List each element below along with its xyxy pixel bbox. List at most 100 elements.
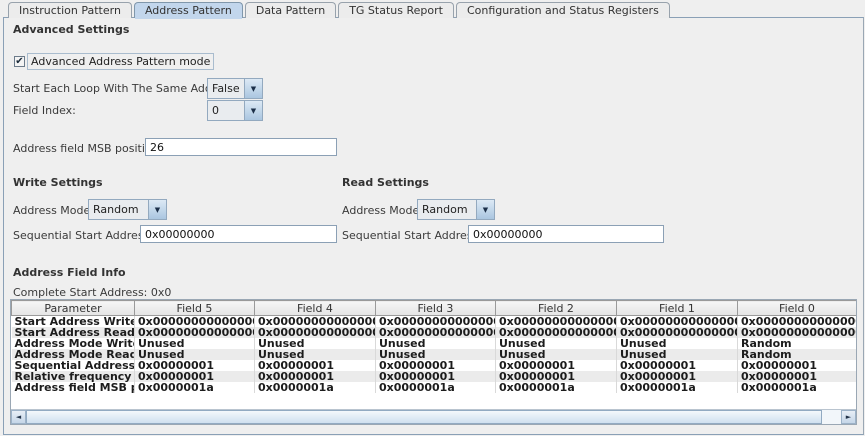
scrollbar-track[interactable]: [26, 410, 841, 424]
chevron-down-icon[interactable]: ▼: [148, 200, 166, 219]
table-cell[interactable]: 0x0000000000000000: [375, 315, 496, 327]
table-cell[interactable]: 0x0000000000000000: [254, 327, 376, 338]
table-cell[interactable]: Random: [737, 338, 856, 349]
table-cell[interactable]: Unused: [254, 349, 376, 360]
read-seq-address-input[interactable]: 0x00000000: [468, 225, 664, 243]
read-seq-address-label: Sequential Start Address:: [342, 229, 482, 242]
checkbox-label[interactable]: Advanced Address Pattern mode: [27, 53, 215, 70]
table-cell[interactable]: 0x0000001a: [375, 382, 496, 393]
table-cell[interactable]: 0x00000001: [254, 371, 376, 382]
field-index-dropdown[interactable]: 0 ▼: [207, 100, 263, 121]
table-cell[interactable]: 0x0000000000000000: [495, 315, 617, 327]
table-cell[interactable]: 0x0000001a: [495, 382, 617, 393]
table-cell[interactable]: 0x0000001a: [616, 382, 738, 393]
column-header[interactable]: Field 2: [495, 300, 617, 316]
chevron-down-icon[interactable]: ▼: [244, 79, 262, 98]
tab-address-pattern[interactable]: Address Pattern: [133, 2, 243, 19]
scrollbar-thumb[interactable]: [26, 410, 822, 424]
table-cell[interactable]: Unused: [254, 338, 376, 349]
address-field-table-scrollpane: Parameter Field 5 Field 4 Field 3 Field …: [10, 299, 857, 425]
checkbox-check-icon[interactable]: ✔: [14, 56, 25, 67]
table-row[interactable]: Address Mode Read Unused Unused Unused Unuse…: [11, 349, 856, 360]
read-address-mode-label: Address Mode:: [342, 204, 423, 217]
scroll-right-icon[interactable]: ►: [841, 410, 856, 424]
horizontal-scrollbar[interactable]: ◄ ►: [11, 409, 856, 424]
tab-label: Configuration and Status Registers: [466, 4, 659, 17]
table-cell[interactable]: Unused: [616, 349, 738, 360]
table-cell[interactable]: 0x0000000000000000: [737, 327, 856, 338]
table-row[interactable]: Address Mode Write Unused Unused Unused Unus…: [11, 338, 856, 349]
loop-address-dropdown[interactable]: False ▼: [207, 78, 263, 99]
tab-data-pattern[interactable]: Data Pattern: [244, 2, 337, 18]
table-cell[interactable]: 0x0000000000000000: [254, 315, 376, 327]
table-cell[interactable]: 0x0000001a: [737, 382, 856, 393]
write-seq-address-input[interactable]: 0x00000000: [140, 225, 337, 243]
table-cell[interactable]: Random: [737, 349, 856, 360]
table-cell[interactable]: 0x00000001: [737, 360, 856, 371]
table-cell[interactable]: 0x0000001a: [254, 382, 376, 393]
dropdown-value: Random: [422, 203, 468, 216]
chevron-down-icon[interactable]: ▼: [476, 200, 494, 219]
table-cell[interactable]: Start Address Write: [11, 315, 135, 327]
table-cell[interactable]: Unused: [495, 338, 617, 349]
scroll-left-icon[interactable]: ◄: [11, 410, 26, 424]
msb-position-label: Address field MSB position:: [13, 142, 163, 155]
table-cell[interactable]: Start Address Read: [11, 327, 135, 338]
table-cell[interactable]: 0x00000001: [375, 360, 496, 371]
msb-position-input[interactable]: 26: [145, 138, 337, 156]
table-row[interactable]: Relative frequency ...0x000000010x000000…: [11, 371, 856, 382]
table-cell[interactable]: Unused: [375, 349, 496, 360]
tab-tg-status-report[interactable]: TG Status Report: [338, 2, 454, 18]
table-cell[interactable]: Sequential Address...: [11, 360, 135, 371]
table-cell[interactable]: 0x00000001: [495, 360, 617, 371]
table-cell[interactable]: 0x0000001a: [134, 382, 255, 393]
write-seq-address-label: Sequential Start Address:: [13, 229, 153, 242]
table-cell[interactable]: 0x0000000000000000: [495, 327, 617, 338]
column-header[interactable]: Field 5: [134, 300, 255, 316]
read-address-mode-dropdown[interactable]: Random ▼: [417, 199, 495, 220]
tab-label: Instruction Pattern: [19, 4, 121, 17]
table-cell[interactable]: Address Mode Write: [11, 338, 135, 349]
table-cell[interactable]: 0x00000001: [254, 360, 376, 371]
table-cell[interactable]: Unused: [616, 338, 738, 349]
tab-config-status-registers[interactable]: Configuration and Status Registers: [455, 2, 670, 18]
column-header[interactable]: Field 1: [616, 300, 738, 316]
table-cell[interactable]: Address field MSB p...: [11, 382, 135, 393]
column-header[interactable]: Field 4: [254, 300, 376, 316]
table-cell[interactable]: 0x0000000000000000: [134, 327, 255, 338]
table-cell[interactable]: 0x00000001: [616, 360, 738, 371]
table-row[interactable]: Start Address Write0x00000000000000000x0…: [11, 315, 856, 327]
table-row[interactable]: Start Address Read0x00000000000000000x00…: [11, 327, 856, 338]
table-cell[interactable]: 0x00000001: [134, 360, 255, 371]
table-cell[interactable]: 0x0000000000000000: [616, 327, 738, 338]
table-cell[interactable]: 0x0000000000000000: [616, 315, 738, 327]
tab-bar: Instruction Pattern Address Pattern Data…: [0, 2, 865, 19]
table-cell[interactable]: Unused: [375, 338, 496, 349]
chevron-down-icon[interactable]: ▼: [244, 101, 262, 120]
tab-instruction-pattern[interactable]: Instruction Pattern: [8, 2, 132, 18]
table-cell[interactable]: Relative frequency ...: [11, 371, 135, 382]
address-field-info-heading: Address Field Info: [13, 266, 126, 279]
table-cell[interactable]: 0x0000000000000000: [375, 327, 496, 338]
read-settings-heading: Read Settings: [342, 176, 429, 189]
column-header[interactable]: Field 3: [375, 300, 496, 316]
advanced-mode-checkbox[interactable]: ✔ Advanced Address Pattern mode: [14, 53, 215, 70]
table-row[interactable]: Sequential Address... 0x00000001 0x0000000…: [11, 360, 856, 371]
column-header[interactable]: Parameter: [11, 300, 135, 316]
table-cell[interactable]: 0x00000001: [375, 371, 496, 382]
table-cell[interactable]: 0x00000001: [134, 371, 255, 382]
table-cell[interactable]: 0x0000000000000000: [737, 315, 856, 327]
table-cell[interactable]: Address Mode Read: [11, 349, 135, 360]
table-row[interactable]: Address field MSB p...0x0000001a0x000000…: [11, 382, 856, 393]
input-value: 0x00000000: [473, 227, 543, 241]
table-cell[interactable]: Unused: [134, 338, 255, 349]
table-cell[interactable]: Unused: [495, 349, 617, 360]
table-cell[interactable]: 0x00000001: [495, 371, 617, 382]
table-cell[interactable]: Unused: [134, 349, 255, 360]
table-cell[interactable]: 0x00000001: [616, 371, 738, 382]
write-settings-heading: Write Settings: [13, 176, 103, 189]
column-header[interactable]: Field 0: [737, 300, 856, 316]
write-address-mode-dropdown[interactable]: Random ▼: [88, 199, 167, 220]
table-cell[interactable]: 0x00000001: [737, 371, 856, 382]
table-cell[interactable]: 0x0000000000000000: [134, 315, 255, 327]
